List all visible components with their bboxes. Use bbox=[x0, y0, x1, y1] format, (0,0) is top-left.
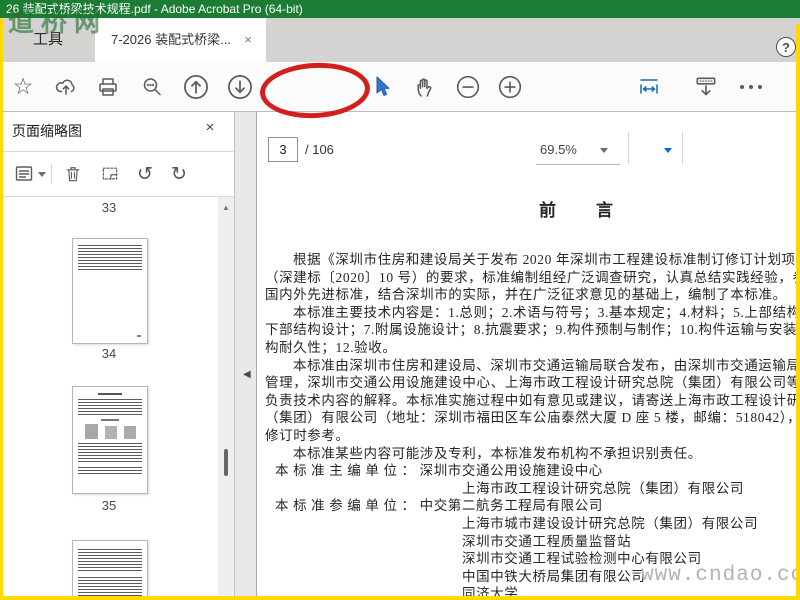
document-heading: 前 言 bbox=[539, 201, 615, 220]
zoom-in-icon[interactable] bbox=[494, 62, 526, 111]
document-line: 本标准主要技术内容是：1.总则；2.术语与符号；3.基本规定；4.材料；5.上部… bbox=[293, 304, 796, 320]
frame-border bbox=[796, 24, 800, 600]
crop-page-icon[interactable] bbox=[99, 162, 121, 186]
zoom-combobox-underline bbox=[536, 164, 620, 165]
tab-bar: 工具 7-2026 装配式桥梁... × bbox=[0, 18, 800, 62]
divider bbox=[3, 151, 234, 152]
document-line: 负责技术内容的解释。本标准实施过程中如有意见或建议，请寄送上海市政工程设计研究 bbox=[265, 392, 796, 408]
fit-width-icon[interactable] bbox=[634, 62, 664, 111]
tab-document[interactable]: 7-2026 装配式桥梁... × bbox=[95, 18, 266, 62]
fit-dropdown-caret-icon[interactable] bbox=[664, 148, 672, 153]
divider bbox=[3, 196, 234, 197]
document-lines: 根据《深圳市住房和建设局关于发布 2020 年深圳市工程建设标准制订修订计划项目… bbox=[265, 251, 796, 596]
divider bbox=[51, 164, 52, 184]
thumbnail-label-33[interactable]: 33 bbox=[72, 200, 146, 215]
thumbnail-figures bbox=[81, 424, 139, 439]
window-title: 26 装配式桥梁技术规程.pdf - Adobe Acrobat Pro (64… bbox=[0, 0, 800, 18]
thumbnails-panel: 页面缩略图 × ↺ ↻ 33 34 35 ▲ bbox=[3, 112, 235, 600]
document-line: 本 标 准 参 编 单 位 ： 中交第二航务工程局有限公司 bbox=[275, 498, 603, 514]
thumbnail-label-34[interactable]: 34 bbox=[72, 346, 146, 361]
panel-close-icon[interactable]: × bbox=[201, 119, 219, 137]
pdf-page: 前 言 根据《深圳市住房和建设局关于发布 2020 年深圳市工程建设标准制订修订… bbox=[256, 112, 796, 596]
thumbnail-content bbox=[137, 335, 141, 337]
share-cloud-icon[interactable] bbox=[50, 62, 82, 111]
delete-pages-icon[interactable] bbox=[63, 162, 83, 186]
document-line: 构耐久性；12.验收。 bbox=[265, 339, 397, 355]
document-watermark: www.cndao.com bbox=[641, 564, 796, 587]
tab-document-label: 7-2026 装配式桥梁... bbox=[111, 32, 231, 47]
thumbnail-content bbox=[78, 549, 142, 571]
toolbar-divider bbox=[682, 132, 683, 164]
hand-tool-icon[interactable] bbox=[410, 62, 442, 111]
frame-border bbox=[0, 596, 800, 600]
acrobat-window: 26 装配式桥梁技术规程.pdf - Adobe Acrobat Pro (64… bbox=[0, 0, 800, 600]
toolbar-divider bbox=[628, 132, 629, 164]
rotate-clockwise-icon[interactable]: ↻ bbox=[171, 162, 187, 186]
document-line: 修订时参考。 bbox=[265, 427, 350, 443]
document-line: 上海市政工程设计研究总院（集团）有限公司 bbox=[462, 480, 744, 496]
favorite-star-icon[interactable]: ☆ bbox=[8, 62, 38, 111]
scroll-up-arrow-icon[interactable]: ▲ bbox=[222, 203, 230, 212]
print-icon[interactable] bbox=[92, 62, 124, 111]
thumbnail-content bbox=[98, 393, 122, 395]
document-viewer: 前 言 根据《深圳市住房和建设局关于发布 2020 年深圳市工程建设标准制订修订… bbox=[235, 112, 796, 596]
thumbnail-content bbox=[78, 399, 142, 416]
zoom-out-icon[interactable] bbox=[452, 62, 484, 111]
main-toolbar: ☆ / 106 69.5% bbox=[0, 62, 800, 165]
rotate-counterclockwise-icon[interactable]: ↺ bbox=[137, 162, 153, 186]
scroll-mode-icon[interactable] bbox=[690, 62, 722, 111]
thumbnail-page-36[interactable] bbox=[72, 540, 148, 600]
tab-tools[interactable]: 工具 bbox=[8, 18, 88, 62]
thumbnail-content bbox=[78, 443, 142, 463]
search-icon[interactable] bbox=[136, 62, 168, 111]
more-tools-icon[interactable] bbox=[734, 62, 768, 111]
select-tool-icon[interactable] bbox=[368, 62, 398, 111]
collapse-panel-icon[interactable]: ◀ bbox=[243, 369, 251, 380]
document-line: 深圳市交通工程质量监督站 bbox=[462, 533, 632, 549]
thumbnail-content bbox=[101, 419, 119, 421]
zoom-dropdown-caret-icon[interactable] bbox=[600, 148, 608, 153]
document-line: （集团）有限公司（地址：深圳市福田区车公庙泰然大厦 D 座 5 楼，邮编：518… bbox=[265, 410, 796, 426]
thumbnail-label-35[interactable]: 35 bbox=[72, 498, 146, 513]
document-line: 国内外先进标准，结合深圳市的实际，并在广泛征求意见的基础上，编制了本标准。 bbox=[265, 287, 787, 303]
document-line: 本标准某些内容可能涉及专利，本标准发布机构不承担识别责任。 bbox=[293, 445, 702, 461]
frame-border bbox=[0, 18, 3, 600]
help-icon[interactable]: ? bbox=[776, 37, 796, 57]
thumbnail-options-icon[interactable] bbox=[15, 162, 46, 186]
previous-page-icon[interactable] bbox=[180, 62, 212, 111]
page-count-label: / 106 bbox=[305, 142, 334, 157]
next-page-icon[interactable] bbox=[224, 62, 256, 111]
panel-scrollbar[interactable]: ▲ bbox=[218, 197, 234, 595]
document-line: 本 标 准 主 编 单 位 ： 深圳市交通公用设施建设中心 bbox=[275, 463, 603, 479]
page-number-input[interactable] bbox=[268, 137, 298, 162]
thumbnail-page-35[interactable] bbox=[72, 386, 148, 494]
scrollbar-thumb[interactable] bbox=[224, 449, 228, 476]
thumbnail-content bbox=[78, 467, 142, 474]
document-line: 本标准由深圳市住房和建设局、深圳市交通运输局联合发布，由深圳市交通运输局业务主管 bbox=[293, 357, 796, 373]
document-line: 根据《深圳市住房和建设局关于发布 2020 年深圳市工程建设标准制订修订计划项目… bbox=[293, 252, 796, 267]
document-line: 上海市城市建设设计研究总院（集团）有限公司 bbox=[462, 515, 759, 531]
zoom-level-value[interactable]: 69.5% bbox=[540, 142, 577, 157]
document-line: 下部结构设计；7.附属设施设计；8.抗震要求；9.构件预制与制作；10.构件运输… bbox=[265, 322, 796, 338]
document-line: 管理，深圳市交通公用设施建设中心、上海市政工程设计研究总院（集团）有限公司等编制 bbox=[265, 375, 796, 391]
document-line: （深建标〔2020〕10 号）的要求，标准编制组经广泛调查研究，认真总结实践经验… bbox=[265, 269, 796, 285]
thumbnail-content bbox=[78, 245, 142, 271]
thumbnails-panel-title: 页面缩略图 bbox=[12, 123, 82, 139]
tab-close-icon[interactable]: × bbox=[240, 32, 256, 48]
thumbnail-page-34[interactable] bbox=[72, 238, 148, 344]
